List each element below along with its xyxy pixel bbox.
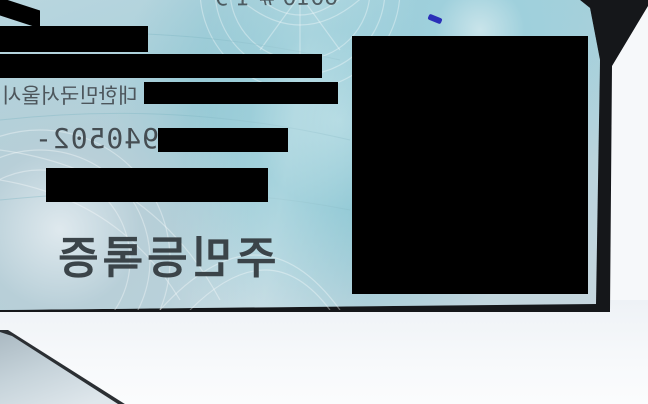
redaction-bar	[0, 26, 148, 52]
card-title: 주민등록증	[54, 233, 277, 284]
redaction-bar	[158, 128, 288, 152]
photo-scene: 6010 # 1 9 대한민국서울시 940502- 주민등록증	[0, 0, 648, 404]
redaction-bar	[144, 82, 338, 104]
address-partial-text: 대한민국서울시	[2, 84, 138, 108]
id-number-prefix: 940502-	[34, 122, 160, 155]
redaction-bar	[0, 54, 322, 78]
top-partial-text: 6010 # 1 9	[215, 0, 339, 12]
redaction-bar	[46, 168, 268, 202]
photo-redaction	[352, 36, 588, 294]
